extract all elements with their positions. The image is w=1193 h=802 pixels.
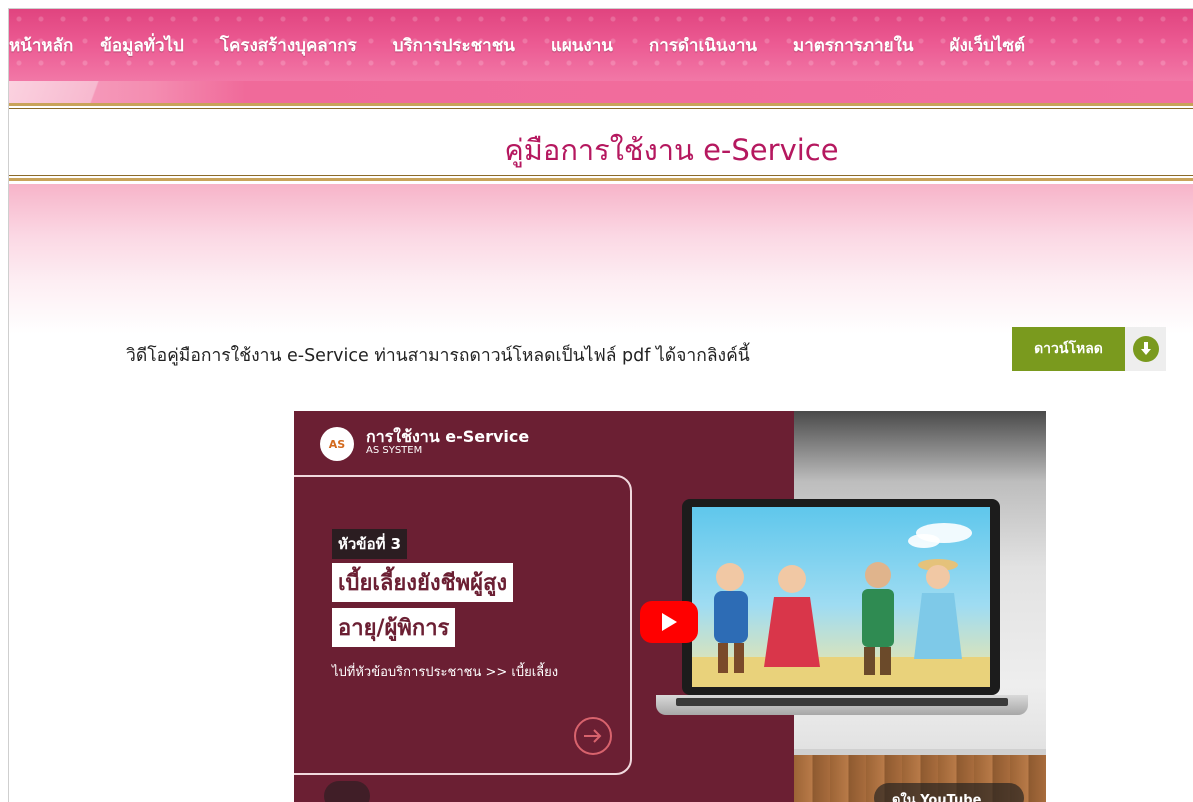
- nav-item-home[interactable]: หน้าหลัก: [9, 32, 73, 59]
- page-title: คู่มือการใช้งาน e-Service: [9, 127, 1193, 173]
- topic-headline: เบี้ยเลี้ยงยังชีพผู้สูง อายุ/ผู้พิการ: [332, 563, 514, 653]
- nav-item-personnel-structure[interactable]: โครงสร้างบุคลากร: [220, 32, 357, 59]
- laptop-illustration: [692, 507, 990, 687]
- arrow-right-icon: [574, 717, 612, 755]
- nav-items: หน้าหลัก ข้อมูลทั่วไป โครงสร้างบุคลากร บ…: [9, 9, 1025, 81]
- play-icon[interactable]: [640, 601, 698, 643]
- intro-text: วิดีโอคู่มือการใช้งาน e-Service ท่านสามา…: [126, 346, 750, 366]
- browser-viewport: หน้าหลัก ข้อมูลทั่วไป โครงสร้างบุคลากร บ…: [8, 8, 1193, 802]
- main-navigation: หน้าหลัก ข้อมูลทั่วไป โครงสร้างบุคลากร บ…: [9, 9, 1193, 84]
- headline-line-1: เบี้ยเลี้ยงยังชีพผู้สูง: [332, 563, 514, 602]
- subbar-slant: [9, 81, 149, 103]
- nav-item-plans[interactable]: แผนงาน: [551, 32, 613, 59]
- topic-tag: หัวข้อที่ 3: [332, 529, 408, 559]
- laptop-keyboard: [676, 698, 1008, 706]
- channel-logo[interactable]: AS: [320, 427, 354, 461]
- title-bottom-rule: [9, 178, 1193, 181]
- page-title-text: คู่มือการใช้งาน e-Service: [504, 133, 839, 167]
- nav-subbar: [9, 81, 1193, 103]
- topic-hint: ไปที่หัวข้อบริการประชาชน >> เบี้ยเลี้ยง: [332, 665, 559, 680]
- title-bottom-rule-thin: [9, 175, 1193, 176]
- title-top-rule: [9, 103, 1193, 106]
- pink-glow-banner: [9, 184, 1193, 334]
- download-circle-icon: [1132, 336, 1159, 362]
- watch-on-youtube[interactable]: ดูใน YouTube: [892, 789, 981, 802]
- download-icon-wrap: [1125, 327, 1166, 371]
- download-button-label: ดาวน์โหลด: [1012, 327, 1125, 371]
- title-band: คู่มือการใช้งาน e-Service: [9, 115, 1193, 177]
- nav-item-public-services[interactable]: บริการประชาชน: [393, 32, 515, 59]
- share-icon[interactable]: [324, 781, 370, 802]
- nav-item-general-info[interactable]: ข้อมูลทั่วไป: [100, 32, 184, 59]
- nav-item-operations[interactable]: การดำเนินงาน: [649, 32, 757, 59]
- channel-name: AS SYSTEM: [366, 445, 423, 456]
- download-button[interactable]: ดาวน์โหลด: [1012, 327, 1166, 371]
- headline-line-2: อายุ/ผู้พิการ: [332, 608, 456, 647]
- nav-item-sitemap[interactable]: ผังเว็บไซต์: [950, 32, 1026, 59]
- title-top-rule-thin: [9, 108, 1193, 109]
- nav-item-internal-measures[interactable]: มาตรการภายใน: [793, 32, 914, 59]
- video-embed[interactable]: AS การใช้งาน e-Service AS SYSTEM หัวข้อท…: [294, 411, 1046, 802]
